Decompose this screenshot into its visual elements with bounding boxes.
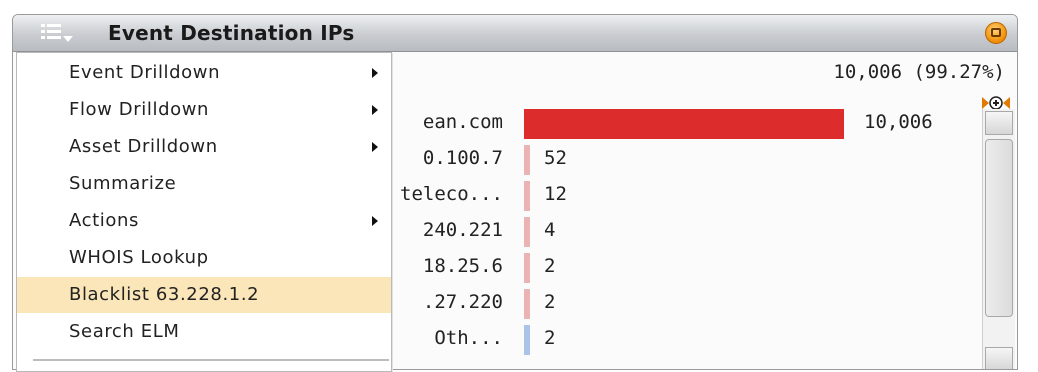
submenu-arrow-icon [372,105,378,115]
widget-titlebar: Event Destination IPs [13,15,1017,52]
row-value: 12 [544,183,567,205]
minimize-icon[interactable] [985,22,1007,44]
row-value: 2 [544,327,556,349]
count-bar [524,181,530,211]
row-label: teleco... [400,183,503,205]
submenu-arrow-icon [372,68,378,78]
row-value: 2 [544,255,556,277]
menu-item-flow-drilldown[interactable]: Flow Drilldown [17,92,391,128]
count-bar [524,289,530,319]
row-value: 10,006 [864,111,933,133]
count-bar [524,217,530,247]
menu-item-search-elm[interactable]: Search ELM [17,314,391,350]
list-dropdown-icon[interactable] [39,19,79,47]
menu-item-label: Flow Drilldown [69,99,210,120]
row-value: 4 [544,219,556,241]
count-bar [524,109,844,139]
menu-item-label: Actions [69,210,139,231]
menu-item-label: Event Drilldown [69,62,221,83]
menu-item-event-drilldown[interactable]: Event Drilldown [17,55,391,91]
scroll-thumb[interactable] [985,139,1013,317]
submenu-arrow-icon [372,142,378,152]
menu-item-label: WHOIS Lookup [69,247,209,268]
menu-item-label: Search ELM [69,321,180,342]
count-bar [524,253,530,283]
menu-item-whois-lookup[interactable]: WHOIS Lookup [17,240,391,276]
row-label: 240.221 [422,219,503,241]
menu-separator [33,359,389,361]
count-bar [524,325,530,355]
menu-item-label: Blacklist 63.228.1.2 [69,284,260,305]
row-label: ean.com [422,111,503,133]
row-label: 18.25.6 [422,255,503,277]
row-label: Oth... [434,327,503,349]
row-label: .27.220 [422,291,503,313]
menu-item-asset-drilldown[interactable]: Asset Drilldown [17,129,391,165]
submenu-arrow-icon [372,216,378,226]
menu-item-summarize[interactable]: Summarize [17,166,391,202]
total-count: 10,006 (99.27%) [833,61,1005,83]
row-value: 52 [544,147,567,169]
scroll-down-button[interactable] [985,347,1013,369]
count-bar [524,145,530,175]
menu-item-label: Summarize [69,173,177,194]
menu-item-label: Asset Drilldown [69,136,218,157]
row-value: 2 [544,291,556,313]
widget-title: Event Destination IPs [108,21,355,45]
context-menu: Event Drilldown Flow Drilldown Asset Drill… [16,52,392,372]
menu-item-actions[interactable]: Actions [17,203,391,239]
menu-item-blacklist-63-228-1-2[interactable]: Blacklist 63.228.1.2 [17,277,391,313]
scrollbar[interactable] [982,109,1015,369]
row-label: 0.100.7 [422,147,503,169]
scroll-up-button[interactable] [985,111,1013,135]
